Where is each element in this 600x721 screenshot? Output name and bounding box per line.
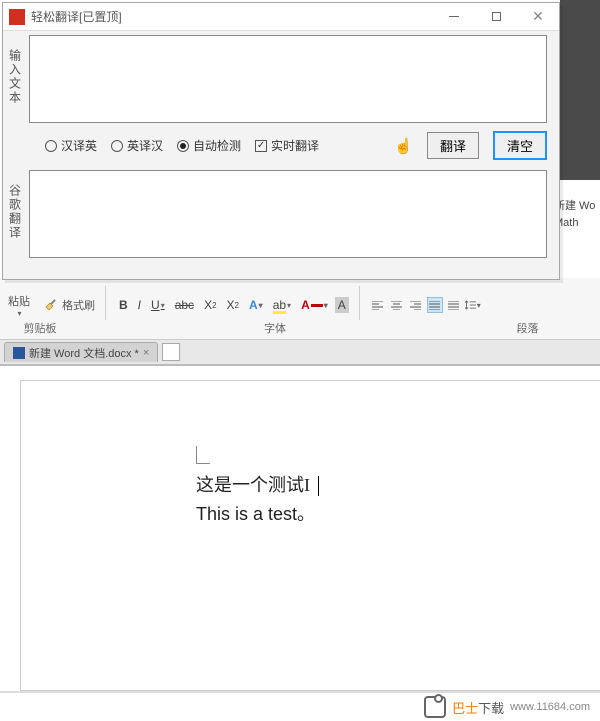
text-effects-button[interactable]: A▾	[246, 296, 266, 314]
align-right-button[interactable]	[408, 297, 424, 313]
doc-line-1: 这是一个测试	[196, 475, 304, 495]
radio-auto-detect[interactable]: 自动检测	[177, 137, 241, 154]
document-content[interactable]: 这是一个测试I This is a test。	[196, 471, 319, 529]
ribbon-section-labels: 剪贴板 字体 段落	[0, 320, 600, 340]
minimize-icon	[449, 16, 459, 17]
input-textbox[interactable]	[29, 35, 547, 123]
window-title: 轻松翻译[已置顶]	[31, 8, 433, 25]
radio-cn-to-en[interactable]: 汉译英	[45, 137, 97, 154]
section-clipboard: 剪贴板	[0, 320, 80, 339]
output-textbox[interactable]	[29, 170, 547, 258]
document-tab-bar: 新建 Word 文档.docx * ×	[0, 340, 600, 366]
superscript-button[interactable]: X2	[201, 296, 219, 314]
radio-en-to-cn[interactable]: 英译汉	[111, 137, 163, 154]
maximize-button[interactable]	[475, 3, 517, 31]
paste-label: 粘贴	[8, 293, 30, 309]
close-tab-button[interactable]: ×	[143, 347, 149, 359]
section-font: 字体	[80, 320, 470, 339]
font-color-button[interactable]: A▾	[298, 296, 331, 314]
new-tab-button[interactable]	[162, 343, 180, 361]
radio-en-to-cn-label: 英译汉	[127, 137, 163, 154]
options-row: 汉译英 英译汉 自动检测 ✓ 实时翻译 ☝ 翻译 清空	[3, 127, 559, 166]
italic-button[interactable]: I	[135, 296, 144, 314]
align-left-button[interactable]	[370, 297, 386, 313]
checkbox-realtime-label: 实时翻译	[271, 137, 319, 154]
checkbox-checked-icon: ✓	[255, 140, 267, 152]
caret-icon	[318, 476, 319, 496]
radio-cn-to-en-label: 汉译英	[61, 137, 97, 154]
document-tab[interactable]: 新建 Word 文档.docx * ×	[4, 342, 158, 362]
footer-watermark: 巴士下载 www.11684.com	[0, 691, 600, 721]
titlebar[interactable]: 轻松翻译[已置顶] ✕	[3, 3, 559, 31]
bold-button[interactable]: B	[116, 296, 131, 314]
translator-window: 轻松翻译[已置顶] ✕ 输入文本 汉译英 英译汉 自动检测 ✓ 实时翻译 ☝ 翻…	[2, 2, 560, 280]
close-button[interactable]: ✕	[517, 3, 559, 31]
underline-button[interactable]: U▾	[148, 296, 168, 314]
highlight-button[interactable]: ab▾	[270, 296, 294, 314]
input-label: 输入文本	[7, 35, 23, 119]
close-icon: ✕	[532, 8, 544, 25]
document-page[interactable]: 这是一个测试I This is a test。	[20, 380, 600, 691]
output-label: 谷歌翻译	[7, 170, 23, 254]
doc-line-2: This is a test。	[196, 500, 319, 529]
brush-icon	[44, 298, 58, 312]
shading-button[interactable]: A	[335, 297, 349, 313]
format-painter-label: 格式刷	[62, 297, 95, 313]
section-paragraph: 段落	[470, 320, 600, 339]
document-tab-label: 新建 Word 文档.docx *	[29, 345, 139, 361]
checkbox-realtime[interactable]: ✓ 实时翻译	[255, 137, 319, 154]
divider	[105, 286, 106, 324]
line-spacing-button[interactable]: ▾	[465, 297, 481, 313]
footer-url: www.11684.com	[510, 701, 590, 713]
footer-brand: 巴士下载	[452, 698, 504, 717]
distribute-button[interactable]	[446, 297, 462, 313]
footer-brand-suffix: 下载	[478, 701, 504, 716]
radio-icon	[111, 140, 123, 152]
format-painter-button[interactable]: 格式刷	[38, 295, 101, 315]
maximize-icon	[492, 12, 501, 21]
radio-selected-icon	[177, 140, 189, 152]
margin-marker	[196, 446, 210, 464]
input-section: 输入文本	[3, 31, 559, 127]
translate-button[interactable]: 翻译	[427, 132, 479, 159]
radio-auto-detect-label: 自动检测	[193, 137, 241, 154]
minimize-button[interactable]	[433, 3, 475, 31]
radio-icon	[45, 140, 57, 152]
clear-button[interactable]: 清空	[493, 131, 547, 160]
font-tools: B I U▾ abc X2 X2 A▾ ab▾ A▾ A	[110, 296, 355, 314]
paragraph-tools: ▾	[364, 297, 487, 313]
paste-button[interactable]: 粘贴 ▾	[0, 293, 38, 318]
text-cursor-icon: I	[304, 475, 310, 495]
chevron-down-icon: ▾	[17, 309, 21, 318]
subscript-button[interactable]: X2	[224, 296, 242, 314]
divider	[359, 286, 360, 324]
word-doc-icon	[13, 347, 25, 359]
app-icon	[9, 9, 25, 25]
desktop-background	[560, 0, 600, 180]
hand-icon-button[interactable]: ☝	[394, 137, 413, 155]
align-justify-button[interactable]	[427, 297, 443, 313]
logo-icon	[424, 696, 446, 718]
align-center-button[interactable]	[389, 297, 405, 313]
strikethrough-button[interactable]: abc	[172, 296, 197, 314]
footer-brand-orange: 巴士	[452, 701, 478, 716]
output-section: 谷歌翻译	[3, 166, 559, 262]
